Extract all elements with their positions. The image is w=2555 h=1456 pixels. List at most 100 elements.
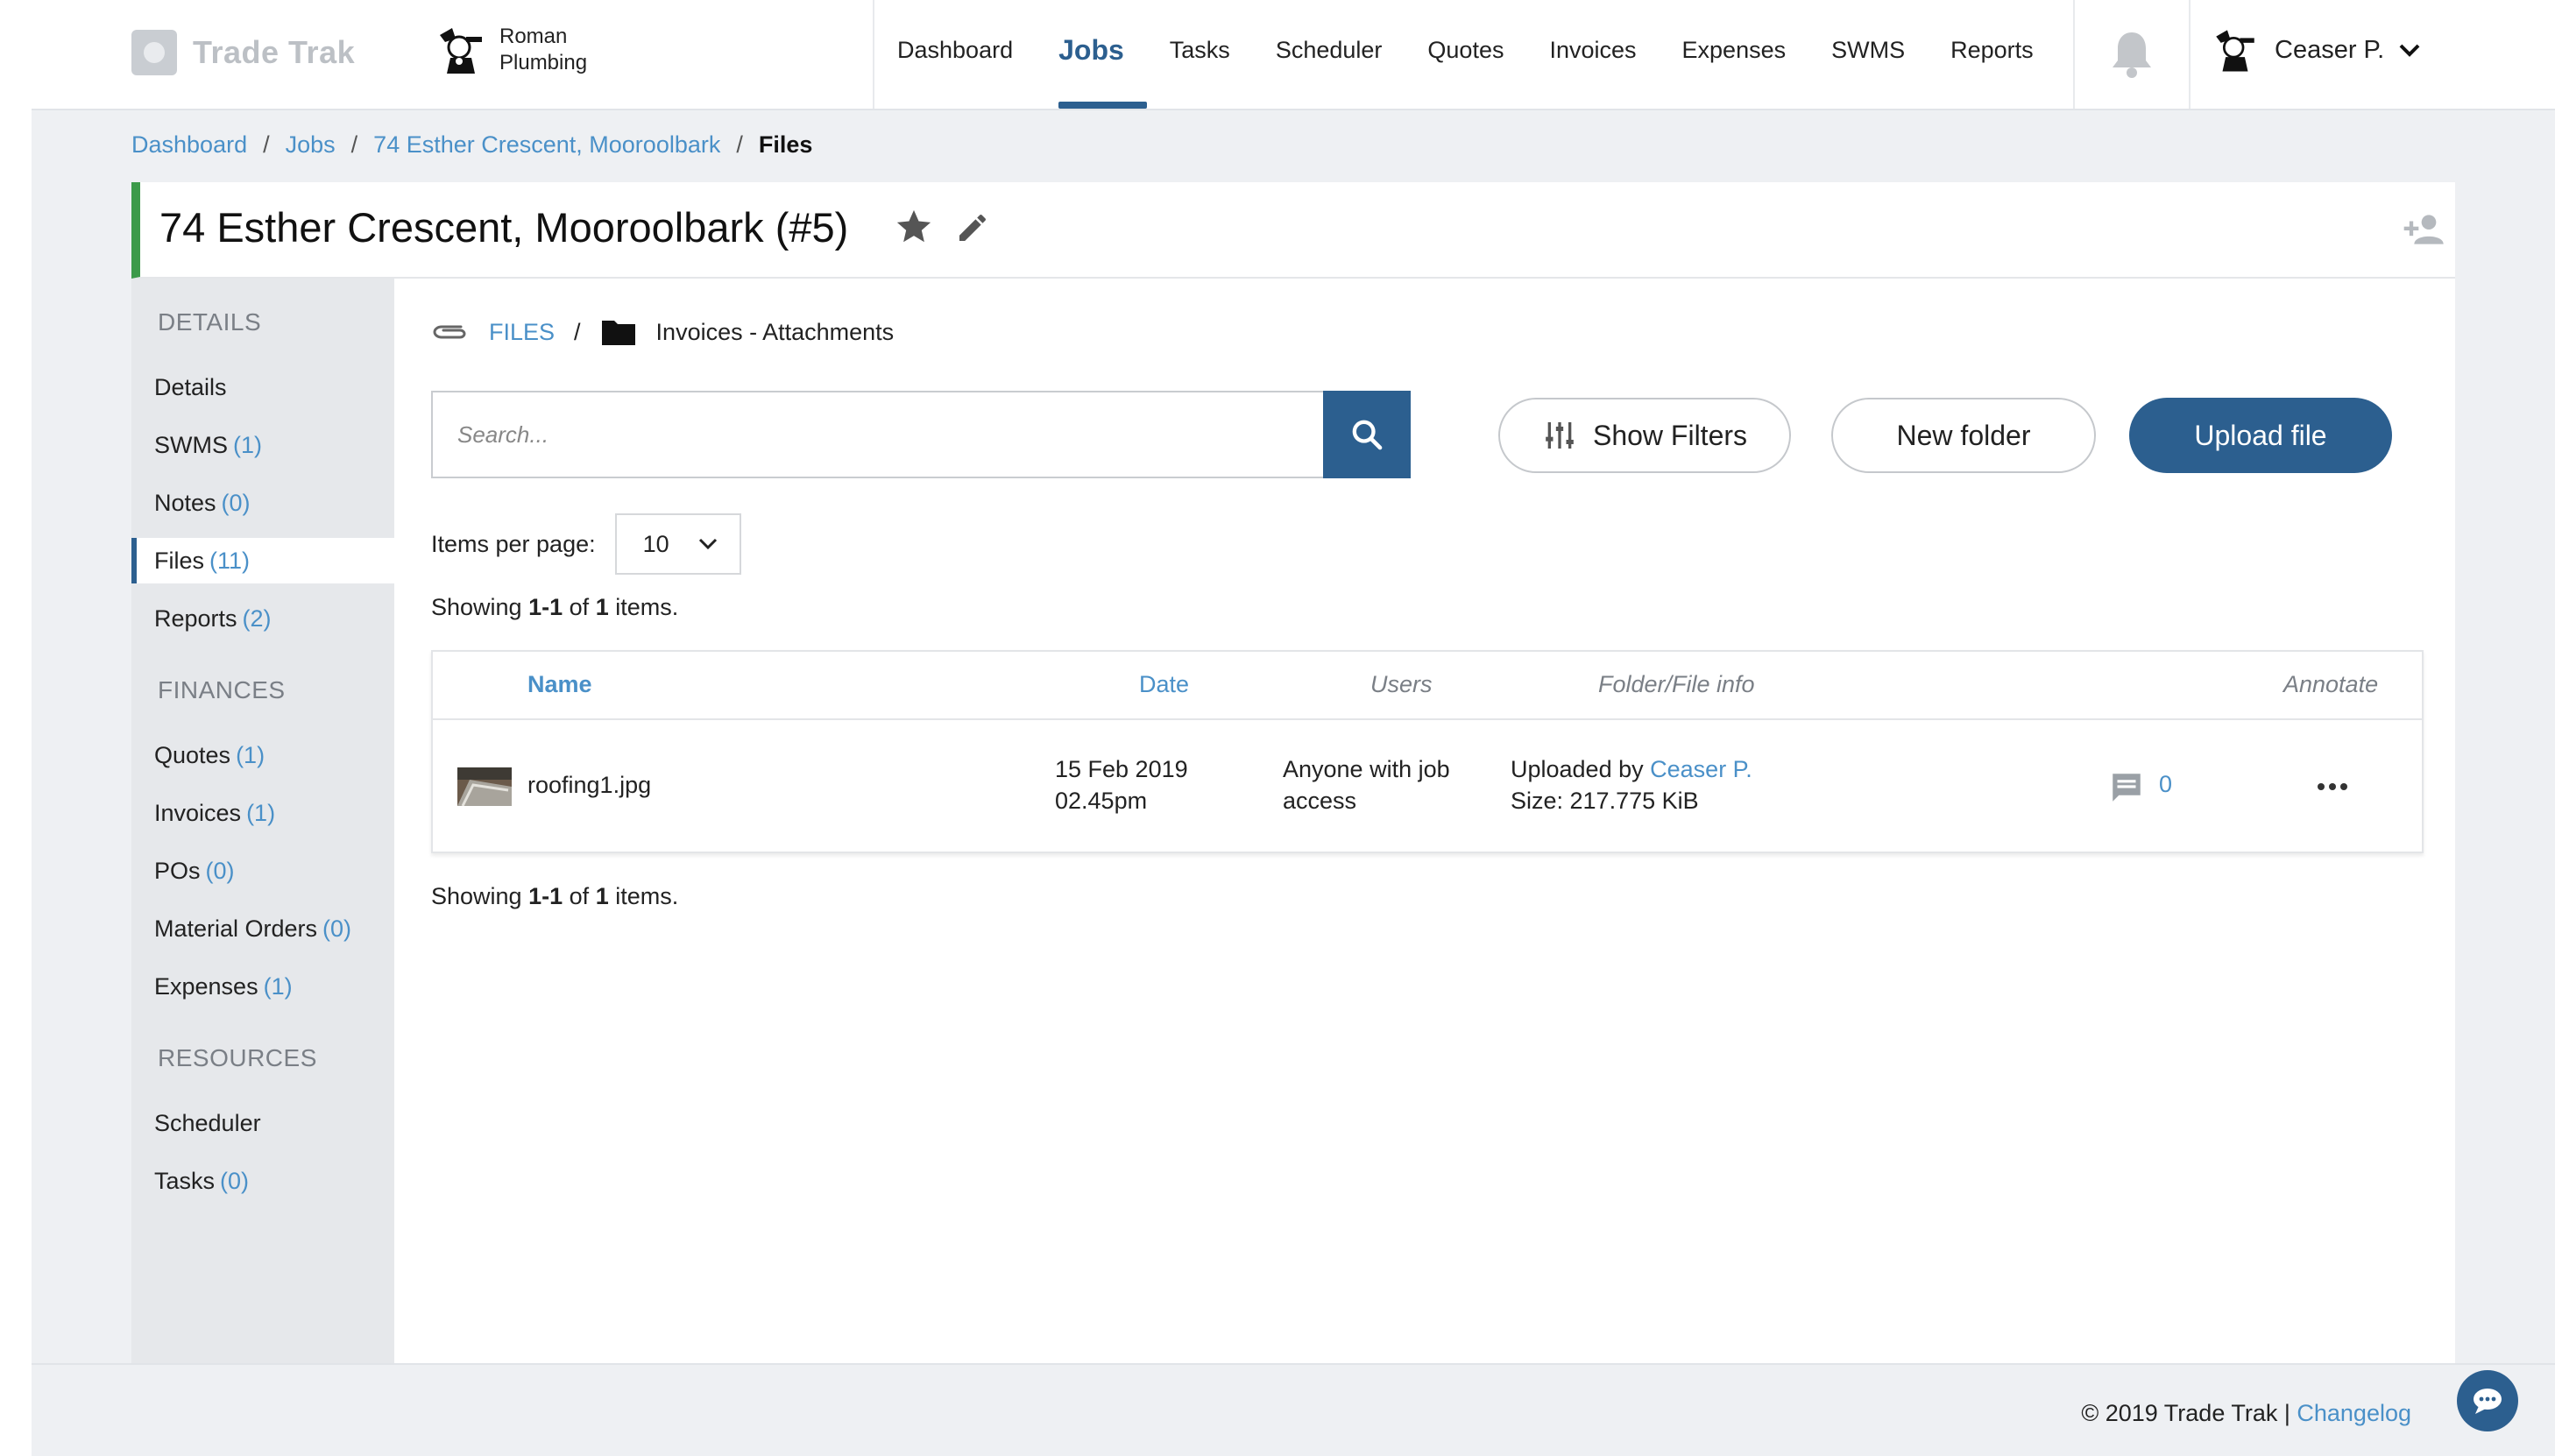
sidebar-item-label: Scheduler xyxy=(154,1110,261,1136)
sidebar-item-label: Invoices xyxy=(154,800,242,826)
sidebar-item-label: Details xyxy=(154,374,227,400)
sidebar-item-label: Expenses xyxy=(154,973,258,1000)
more-options-icon[interactable] xyxy=(2317,778,2348,795)
user-name: Ceaser P. xyxy=(2275,35,2385,64)
changelog-link[interactable]: Changelog xyxy=(2297,1400,2411,1426)
breadcrumb-dashboard[interactable]: Dashboard xyxy=(131,131,247,159)
star-icon[interactable] xyxy=(894,207,934,247)
items-per-page-value: 10 xyxy=(642,530,669,557)
column-date[interactable]: Date xyxy=(1139,671,1189,698)
sidebar-item-label: POs xyxy=(154,858,201,884)
sidebar-item-invoices[interactable]: Invoices (1) xyxy=(131,790,394,836)
add-user-icon[interactable] xyxy=(2403,212,2446,247)
avatar xyxy=(2216,30,2254,72)
summary-range: 1-1 xyxy=(528,594,563,620)
chevron-down-icon xyxy=(2399,44,2420,57)
sidebar-item-count: (0) xyxy=(221,490,251,516)
sidebar-item-pos[interactable]: POs (0) xyxy=(131,848,394,894)
sidebar-item-expenses[interactable]: Expenses (1) xyxy=(131,964,394,1009)
sidebar-item-reports[interactable]: Reports (2) xyxy=(131,596,394,641)
files-root-link[interactable]: FILES xyxy=(489,319,555,346)
show-filters-button[interactable]: Show Filters xyxy=(1498,398,1791,473)
table-row[interactable]: roofing1.jpg 15 Feb 2019 02.45pm Anyone … xyxy=(433,720,2422,853)
breadcrumb-jobs[interactable]: Jobs xyxy=(286,131,336,159)
nav-reports[interactable]: Reports xyxy=(1928,0,2056,109)
user-menu[interactable]: Ceaser P. xyxy=(2210,25,2421,75)
summary-of: of xyxy=(569,594,590,620)
chat-widget-button[interactable] xyxy=(2457,1370,2518,1431)
file-users-line: access xyxy=(1283,788,1357,814)
file-date-line: 15 Feb 2019 xyxy=(1055,756,1188,782)
files-table: Name Date Users Folder/File info Annotat… xyxy=(431,650,2424,853)
breadcrumb-job[interactable]: 74 Esther Crescent, Mooroolbark xyxy=(373,131,720,159)
sliders-icon xyxy=(1546,422,1574,449)
results-summary-bottom: Showing 1-1 of 1 items. xyxy=(431,883,678,910)
sidebar-item-tasks[interactable]: Tasks (0) xyxy=(131,1158,394,1204)
sidebar-item-label: Tasks xyxy=(154,1168,216,1194)
summary-prefix: Showing xyxy=(431,883,522,909)
nav-invoices[interactable]: Invoices xyxy=(1526,0,1659,109)
file-info: Uploaded by Ceaser P. Size: 217.775 KiB xyxy=(1511,753,1752,816)
sidebar-item-count: (2) xyxy=(242,605,272,632)
sidebar-item-count: (0) xyxy=(205,858,235,884)
sidebar-item-count: (1) xyxy=(233,432,262,458)
brand-logo-link[interactable]: Trade Trak xyxy=(131,30,355,75)
brand-logo-icon xyxy=(131,30,177,75)
file-time-line: 02.45pm xyxy=(1055,788,1148,814)
nav-swms[interactable]: SWMS xyxy=(1808,0,1928,109)
nav-dashboard[interactable]: Dashboard xyxy=(874,0,1036,109)
new-folder-button[interactable]: New folder xyxy=(1831,398,2096,473)
summary-total: 1 xyxy=(595,883,609,909)
sidebar-section-resources: RESOURCES xyxy=(158,1044,317,1071)
notifications-button[interactable] xyxy=(2073,0,2191,109)
sidebar-item-files[interactable]: Files (11) xyxy=(131,538,394,583)
breadcrumb-separator: / xyxy=(263,131,270,158)
company-name-line1: Roman xyxy=(499,25,568,48)
sidebar-item-scheduler[interactable]: Scheduler xyxy=(131,1100,394,1146)
plumber-mascot-icon xyxy=(440,28,482,74)
summary-range: 1-1 xyxy=(528,883,563,909)
sidebar-item-label: Quotes xyxy=(154,742,231,768)
sidebar-item-material-orders[interactable]: Material Orders (0) xyxy=(131,906,394,951)
sidebar-section-details: DETAILS xyxy=(158,308,262,336)
nav-scheduler[interactable]: Scheduler xyxy=(1253,0,1405,109)
breadcrumb-separator: / xyxy=(350,131,358,158)
search-input[interactable] xyxy=(433,392,1323,477)
folder-icon xyxy=(601,321,635,345)
file-name-link[interactable]: roofing1.jpg xyxy=(527,769,651,801)
nav-quotes[interactable]: Quotes xyxy=(1405,0,1526,109)
uploaded-by-label: Uploaded by xyxy=(1511,756,1644,782)
chat-icon xyxy=(2474,1389,2502,1414)
new-folder-label: New folder xyxy=(1896,419,2031,451)
items-per-page-select[interactable]: 10 xyxy=(614,513,741,575)
nav-jobs[interactable]: Jobs xyxy=(1036,0,1147,109)
sidebar-item-swms[interactable]: SWMS (1) xyxy=(131,422,394,468)
sidebar-item-label: Notes xyxy=(154,490,216,516)
summary-suffix: items. xyxy=(615,883,679,909)
sidebar-item-details[interactable]: Details xyxy=(131,364,394,410)
pencil-icon[interactable] xyxy=(955,210,990,245)
nav-tasks[interactable]: Tasks xyxy=(1147,0,1253,109)
sidebar-item-quotes[interactable]: Quotes (1) xyxy=(131,732,394,778)
sidebar-item-count: (1) xyxy=(263,973,293,1000)
upload-file-button[interactable]: Upload file xyxy=(2129,398,2392,473)
sidebar-item-count: (1) xyxy=(246,800,276,826)
sidebar-item-count: (0) xyxy=(220,1168,250,1194)
upload-file-label: Upload file xyxy=(2194,419,2327,451)
sidebar-item-count: (1) xyxy=(236,742,265,768)
nav-expenses[interactable]: Expenses xyxy=(1660,0,1809,109)
breadcrumb-current: Files xyxy=(758,131,813,158)
comment-icon[interactable] xyxy=(2108,769,2145,806)
results-summary-top: Showing 1-1 of 1 items. xyxy=(431,594,678,621)
search-field xyxy=(431,391,1323,478)
files-panel: FILES / Invoices - Attachments Show Fi xyxy=(394,279,2455,1363)
uploader-link[interactable]: Ceaser P. xyxy=(1650,756,1752,782)
company-name-line2: Plumbing xyxy=(499,51,588,74)
sidebar-item-notes[interactable]: Notes (0) xyxy=(131,480,394,526)
search-button[interactable] xyxy=(1323,391,1411,478)
file-thumbnail[interactable] xyxy=(457,767,512,806)
company-switcher[interactable]: Roman Plumbing xyxy=(433,23,587,77)
breadcrumb: Dashboard / Jobs / 74 Esther Crescent, M… xyxy=(131,131,812,159)
comment-count[interactable]: 0 xyxy=(2159,771,2172,798)
column-name[interactable]: Name xyxy=(527,671,592,698)
